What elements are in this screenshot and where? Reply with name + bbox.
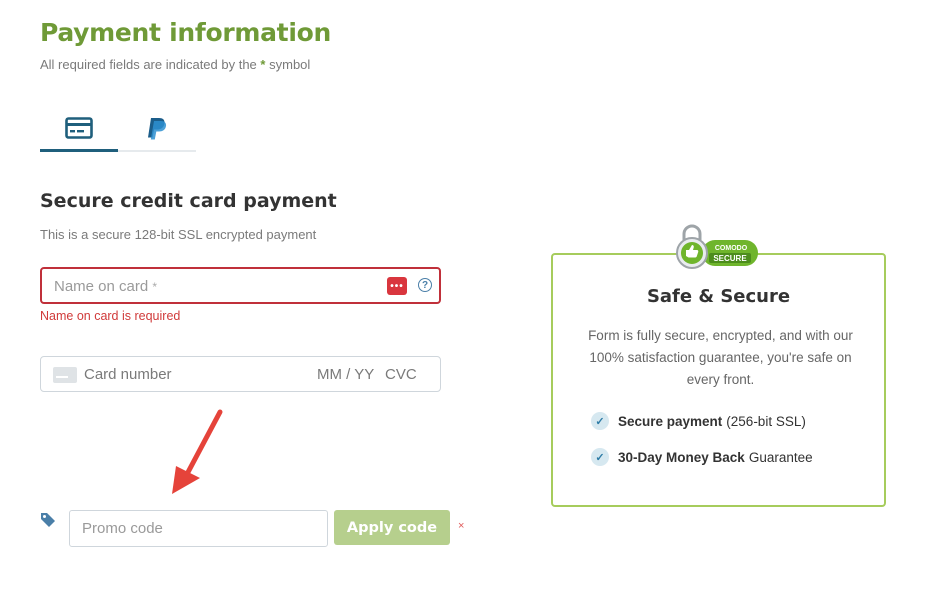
tag-icon xyxy=(41,513,55,527)
page-title: Payment information xyxy=(40,18,331,47)
required-star: * xyxy=(260,57,266,72)
apply-code-button[interactable]: Apply code xyxy=(334,510,450,545)
password-manager-icon[interactable]: ••• xyxy=(387,277,407,295)
feature-rest: (256-bit SSL) xyxy=(726,413,806,429)
annotation-arrow-icon xyxy=(172,409,223,494)
secure-description: Form is fully secure, encrypted, and wit… xyxy=(588,328,853,387)
feature-money-back: ✓ 30-Day Money Back Guarantee xyxy=(591,448,813,466)
feature-rest: Guarantee xyxy=(748,449,813,465)
payment-method-tabs xyxy=(40,106,196,152)
name-required-mark: * xyxy=(152,280,158,294)
subtitle-suffix: symbol xyxy=(269,57,311,72)
cvc-placeholder: CVC xyxy=(385,366,417,383)
credit-card-icon xyxy=(65,116,93,139)
feature-bold: Secure payment xyxy=(618,413,723,429)
card-brand-icon xyxy=(53,367,77,383)
close-promo-icon[interactable]: × xyxy=(458,520,464,532)
expiry-placeholder: MM / YY xyxy=(317,366,375,383)
check-icon: ✓ xyxy=(591,448,609,466)
feature-secure-payment: ✓ Secure payment (256-bit SSL) xyxy=(591,412,806,430)
badge-bottom-text: SECURE xyxy=(713,254,747,263)
tab-credit-card[interactable] xyxy=(40,106,118,152)
badge-top-text: COMODO xyxy=(715,245,748,252)
subtitle-prefix: All required fields are indicated by the xyxy=(40,57,257,72)
section-title: Secure credit card payment xyxy=(40,190,337,212)
card-number-field[interactable]: Card number MM / YY CVC xyxy=(40,356,441,392)
comodo-secure-badge-icon: COMODO SECURE xyxy=(676,224,758,269)
tab-paypal[interactable] xyxy=(118,106,196,152)
section-subtitle: This is a secure 128-bit SSL encrypted p… xyxy=(40,227,317,242)
page-subtitle: All required fields are indicated by the… xyxy=(40,57,310,72)
promo-code-input[interactable] xyxy=(69,510,328,547)
name-on-card-placeholder: Name on card * xyxy=(54,278,157,295)
safe-secure-panel: Safe & Secure Form is fully secure, encr… xyxy=(551,253,886,507)
card-number-placeholder: Card number xyxy=(84,366,172,383)
name-placeholder-text: Name on card xyxy=(54,278,149,295)
name-error-message: Name on card is required xyxy=(40,309,181,323)
secure-title: Safe & Secure xyxy=(646,286,791,307)
feature-bold: 30-Day Money Back xyxy=(618,449,745,465)
check-icon: ✓ xyxy=(591,412,609,430)
name-on-card-field[interactable]: Name on card * ••• ? xyxy=(40,267,441,304)
help-icon[interactable]: ? xyxy=(418,278,432,292)
paypal-icon xyxy=(148,118,167,140)
